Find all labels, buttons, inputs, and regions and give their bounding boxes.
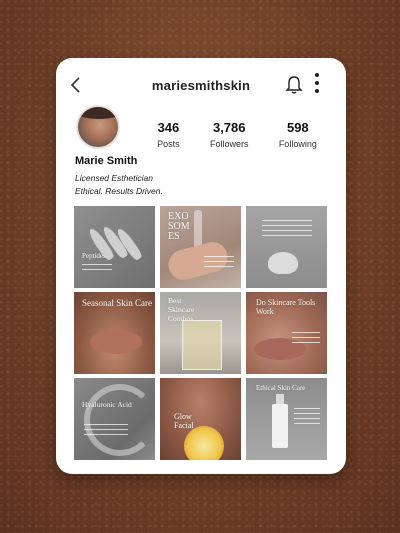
bell-icon[interactable]	[285, 75, 303, 95]
post-caption-7: Hyaluronic Acid	[82, 400, 132, 409]
stat-posts-label: Posts	[157, 139, 180, 149]
stat-following-value: 598	[286, 120, 309, 135]
post-tile-5[interactable]: Best Skincare Combos	[160, 292, 241, 374]
post-tile-4[interactable]: Seasonal Skin Care	[74, 292, 155, 374]
post-tile-1[interactable]: Peptides	[74, 206, 155, 288]
top-bar: mariesmithskin	[56, 58, 346, 108]
post-caption-9: Ethical Skin Care	[256, 384, 306, 392]
profile-name: Marie Smith	[75, 155, 138, 167]
more-vertical-icon[interactable]	[313, 73, 321, 95]
post-caption-8: Glow Facial	[174, 412, 194, 430]
bio-line-2: Ethical. Results Driven.	[75, 186, 163, 196]
post-caption-2: EXO SOM ES	[168, 211, 190, 242]
post-caption-5: Best Skincare Combos	[168, 296, 195, 323]
post-caption-6: Do Skincare Tools Work	[256, 298, 316, 316]
post-tile-6[interactable]: Do Skincare Tools Work	[246, 292, 327, 374]
bio-line-1: Licensed Esthetician	[75, 173, 153, 183]
avatar[interactable]	[76, 105, 120, 149]
stat-followers-value: 3,786	[212, 120, 246, 135]
post-tile-9[interactable]: Ethical Skin Care	[246, 378, 327, 460]
post-tile-8[interactable]: Glow Facial	[160, 378, 241, 460]
post-tile-3[interactable]	[246, 206, 327, 288]
stat-posts[interactable]: 346 Posts	[157, 120, 180, 149]
stat-followers-label: Followers	[209, 139, 249, 149]
profile-bio: Licensed Esthetician Ethical. Results Dr…	[75, 172, 163, 198]
stat-following[interactable]: 598 Following	[279, 120, 317, 149]
stat-following-label: Following	[278, 139, 317, 149]
profile-stats: 346 Posts 3,786 Followers 598 Following	[142, 120, 332, 149]
posts-grid: Peptides EXO SOM ES Seasonal Skin Care B…	[74, 206, 328, 460]
post-caption-1: Peptides	[82, 252, 106, 260]
profile-card: mariesmithskin 346 Posts 3,786 Followers…	[56, 58, 346, 474]
stat-posts-value: 346	[157, 120, 180, 135]
post-tile-7[interactable]: Hyaluronic Acid	[74, 378, 155, 460]
post-caption-4: Seasonal Skin Care	[82, 298, 152, 308]
stat-followers[interactable]: 3,786 Followers	[210, 120, 249, 149]
post-tile-2[interactable]: EXO SOM ES	[160, 206, 241, 288]
